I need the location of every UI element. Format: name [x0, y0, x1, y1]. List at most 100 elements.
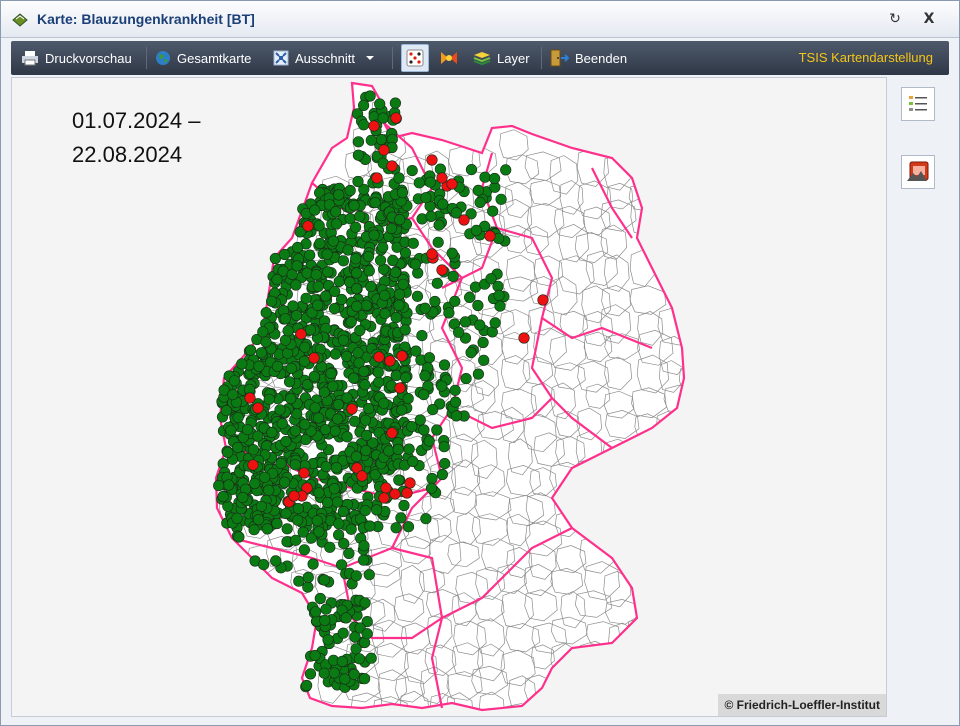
- section-dropdown[interactable]: Ausschnitt: [273, 41, 381, 75]
- outbreak-dot-green: [443, 307, 455, 319]
- outbreak-dot-red: [426, 248, 438, 260]
- outbreak-dot-green: [369, 196, 381, 209]
- outbreak-dot-green: [232, 441, 244, 454]
- outbreak-dot-green: [363, 265, 375, 277]
- outbreak-dot-green: [280, 507, 292, 520]
- legend-button[interactable]: [901, 87, 935, 121]
- outbreak-dot-green: [257, 326, 269, 338]
- outbreak-dot-green: [361, 628, 373, 640]
- outbreak-dot-green: [479, 171, 491, 183]
- outbreak-dot-green: [352, 175, 364, 188]
- outbreak-dot-green: [231, 512, 243, 524]
- outbreak-dot-green: [416, 330, 428, 342]
- outbreak-dot-green: [459, 316, 471, 328]
- outbreak-dot-green: [350, 451, 363, 463]
- full-map-button[interactable]: Gesamtkarte: [155, 41, 251, 75]
- outbreak-dot-green: [363, 403, 375, 415]
- outbreak-dot-red: [371, 172, 383, 184]
- outbreak-dot-green: [327, 235, 339, 247]
- outbreak-dot-green: [424, 176, 436, 188]
- outbreak-dot-green: [410, 345, 422, 357]
- outbreak-dot-green: [345, 523, 357, 535]
- outbreak-dot-red: [518, 332, 530, 344]
- outbreak-dot-green: [450, 396, 462, 408]
- layers-icon: [473, 52, 491, 66]
- outbreak-dot-green: [360, 445, 372, 457]
- outbreak-dot-green: [321, 496, 334, 509]
- outbreak-dot-green: [261, 523, 273, 535]
- outbreak-dot-green: [213, 480, 225, 492]
- germany-map[interactable]: [12, 78, 887, 717]
- print-preview-button[interactable]: Druckvorschau: [21, 41, 132, 75]
- outbreak-dot-green: [377, 112, 389, 124]
- outbreak-dot-green: [427, 404, 439, 416]
- outbreak-dot-green: [279, 313, 291, 325]
- date-to: 22.08.2024: [72, 142, 183, 167]
- layer-button[interactable]: Layer: [473, 41, 530, 75]
- outbreak-dot-green: [431, 424, 443, 436]
- outbreak-dot-green: [425, 482, 438, 494]
- outbreak-dot-green: [360, 299, 373, 311]
- outbreak-dot-green: [389, 266, 402, 278]
- outbreak-dot-green: [292, 241, 304, 254]
- outbreak-dot-green: [322, 634, 334, 646]
- outbreak-dot-green: [253, 360, 265, 372]
- outbreak-dot-green: [474, 319, 486, 331]
- title-bar: Karte: Blauzungenkrankheit [BT] ↻ X: [1, 1, 959, 38]
- outbreak-dot-green: [352, 149, 365, 161]
- outbreak-dot-red: [373, 351, 385, 363]
- outbreak-dot-green: [292, 503, 304, 515]
- outbreak-dot-red: [484, 230, 496, 242]
- outbreak-dot-green: [420, 192, 432, 204]
- outbreak-dot-green: [322, 266, 334, 278]
- outbreak-dot-green: [332, 413, 344, 425]
- outbreak-dot-green: [245, 344, 257, 356]
- outbreak-dot-green: [409, 258, 422, 270]
- outbreak-dot-red: [368, 120, 380, 132]
- outbreak-dot-green: [324, 541, 336, 553]
- outbreak-dot-green: [474, 196, 486, 208]
- marker-button[interactable]: [439, 41, 465, 75]
- exit-button[interactable]: Beenden: [549, 41, 627, 75]
- map-canvas[interactable]: 01.07.2024 – 22.08.2024 © Friedrich-Loef…: [11, 77, 887, 717]
- outbreak-dot-green: [472, 299, 484, 312]
- printer-icon: [22, 51, 38, 66]
- outbreak-dot-green: [342, 244, 354, 256]
- toolbar-divider: [392, 47, 393, 69]
- points-toggle-button[interactable]: [401, 44, 429, 72]
- outbreak-dot-red: [436, 264, 448, 276]
- outbreak-dot-green: [393, 299, 405, 311]
- outbreak-dot-green: [283, 376, 296, 388]
- outbreak-dot-green: [275, 457, 287, 470]
- outbreak-dot-green: [359, 673, 371, 685]
- copyright-credit: © Friedrich-Loeffler-Institut: [718, 694, 886, 716]
- outbreak-dot-green: [313, 412, 325, 424]
- map-export-button[interactable]: [901, 155, 935, 189]
- outbreak-dot-red: [252, 402, 264, 414]
- close-button[interactable]: X: [919, 9, 939, 29]
- outbreak-dot-green: [399, 324, 411, 336]
- outbreak-dot-green: [348, 668, 360, 680]
- outbreak-dot-green: [358, 540, 370, 552]
- outbreak-dot-green: [348, 372, 360, 384]
- outbreak-dot-green: [402, 393, 414, 405]
- outbreak-dot-green: [419, 370, 431, 382]
- outbreak-dot-green: [337, 334, 350, 346]
- outbreak-dot-green: [274, 404, 286, 416]
- restore-button[interactable]: ↻: [885, 9, 905, 29]
- outbreak-dot-green: [378, 397, 390, 409]
- map-export-icon: [907, 161, 929, 181]
- outbreak-dot-green: [351, 283, 363, 295]
- outbreak-dot-red: [401, 487, 413, 499]
- outbreak-dot-green: [233, 531, 245, 543]
- outbreak-dot-green: [419, 302, 431, 314]
- outbreak-dot-green: [308, 370, 320, 383]
- outbreak-dot-green: [411, 290, 424, 302]
- outbreak-dot-green: [330, 206, 342, 218]
- outbreak-dot-green: [485, 273, 497, 285]
- outbreak-dot-green: [358, 99, 370, 111]
- outbreak-dot-green: [313, 220, 325, 232]
- outbreak-dot-green: [320, 603, 332, 615]
- outbreak-dot-green: [371, 504, 383, 516]
- side-panel: [889, 77, 949, 717]
